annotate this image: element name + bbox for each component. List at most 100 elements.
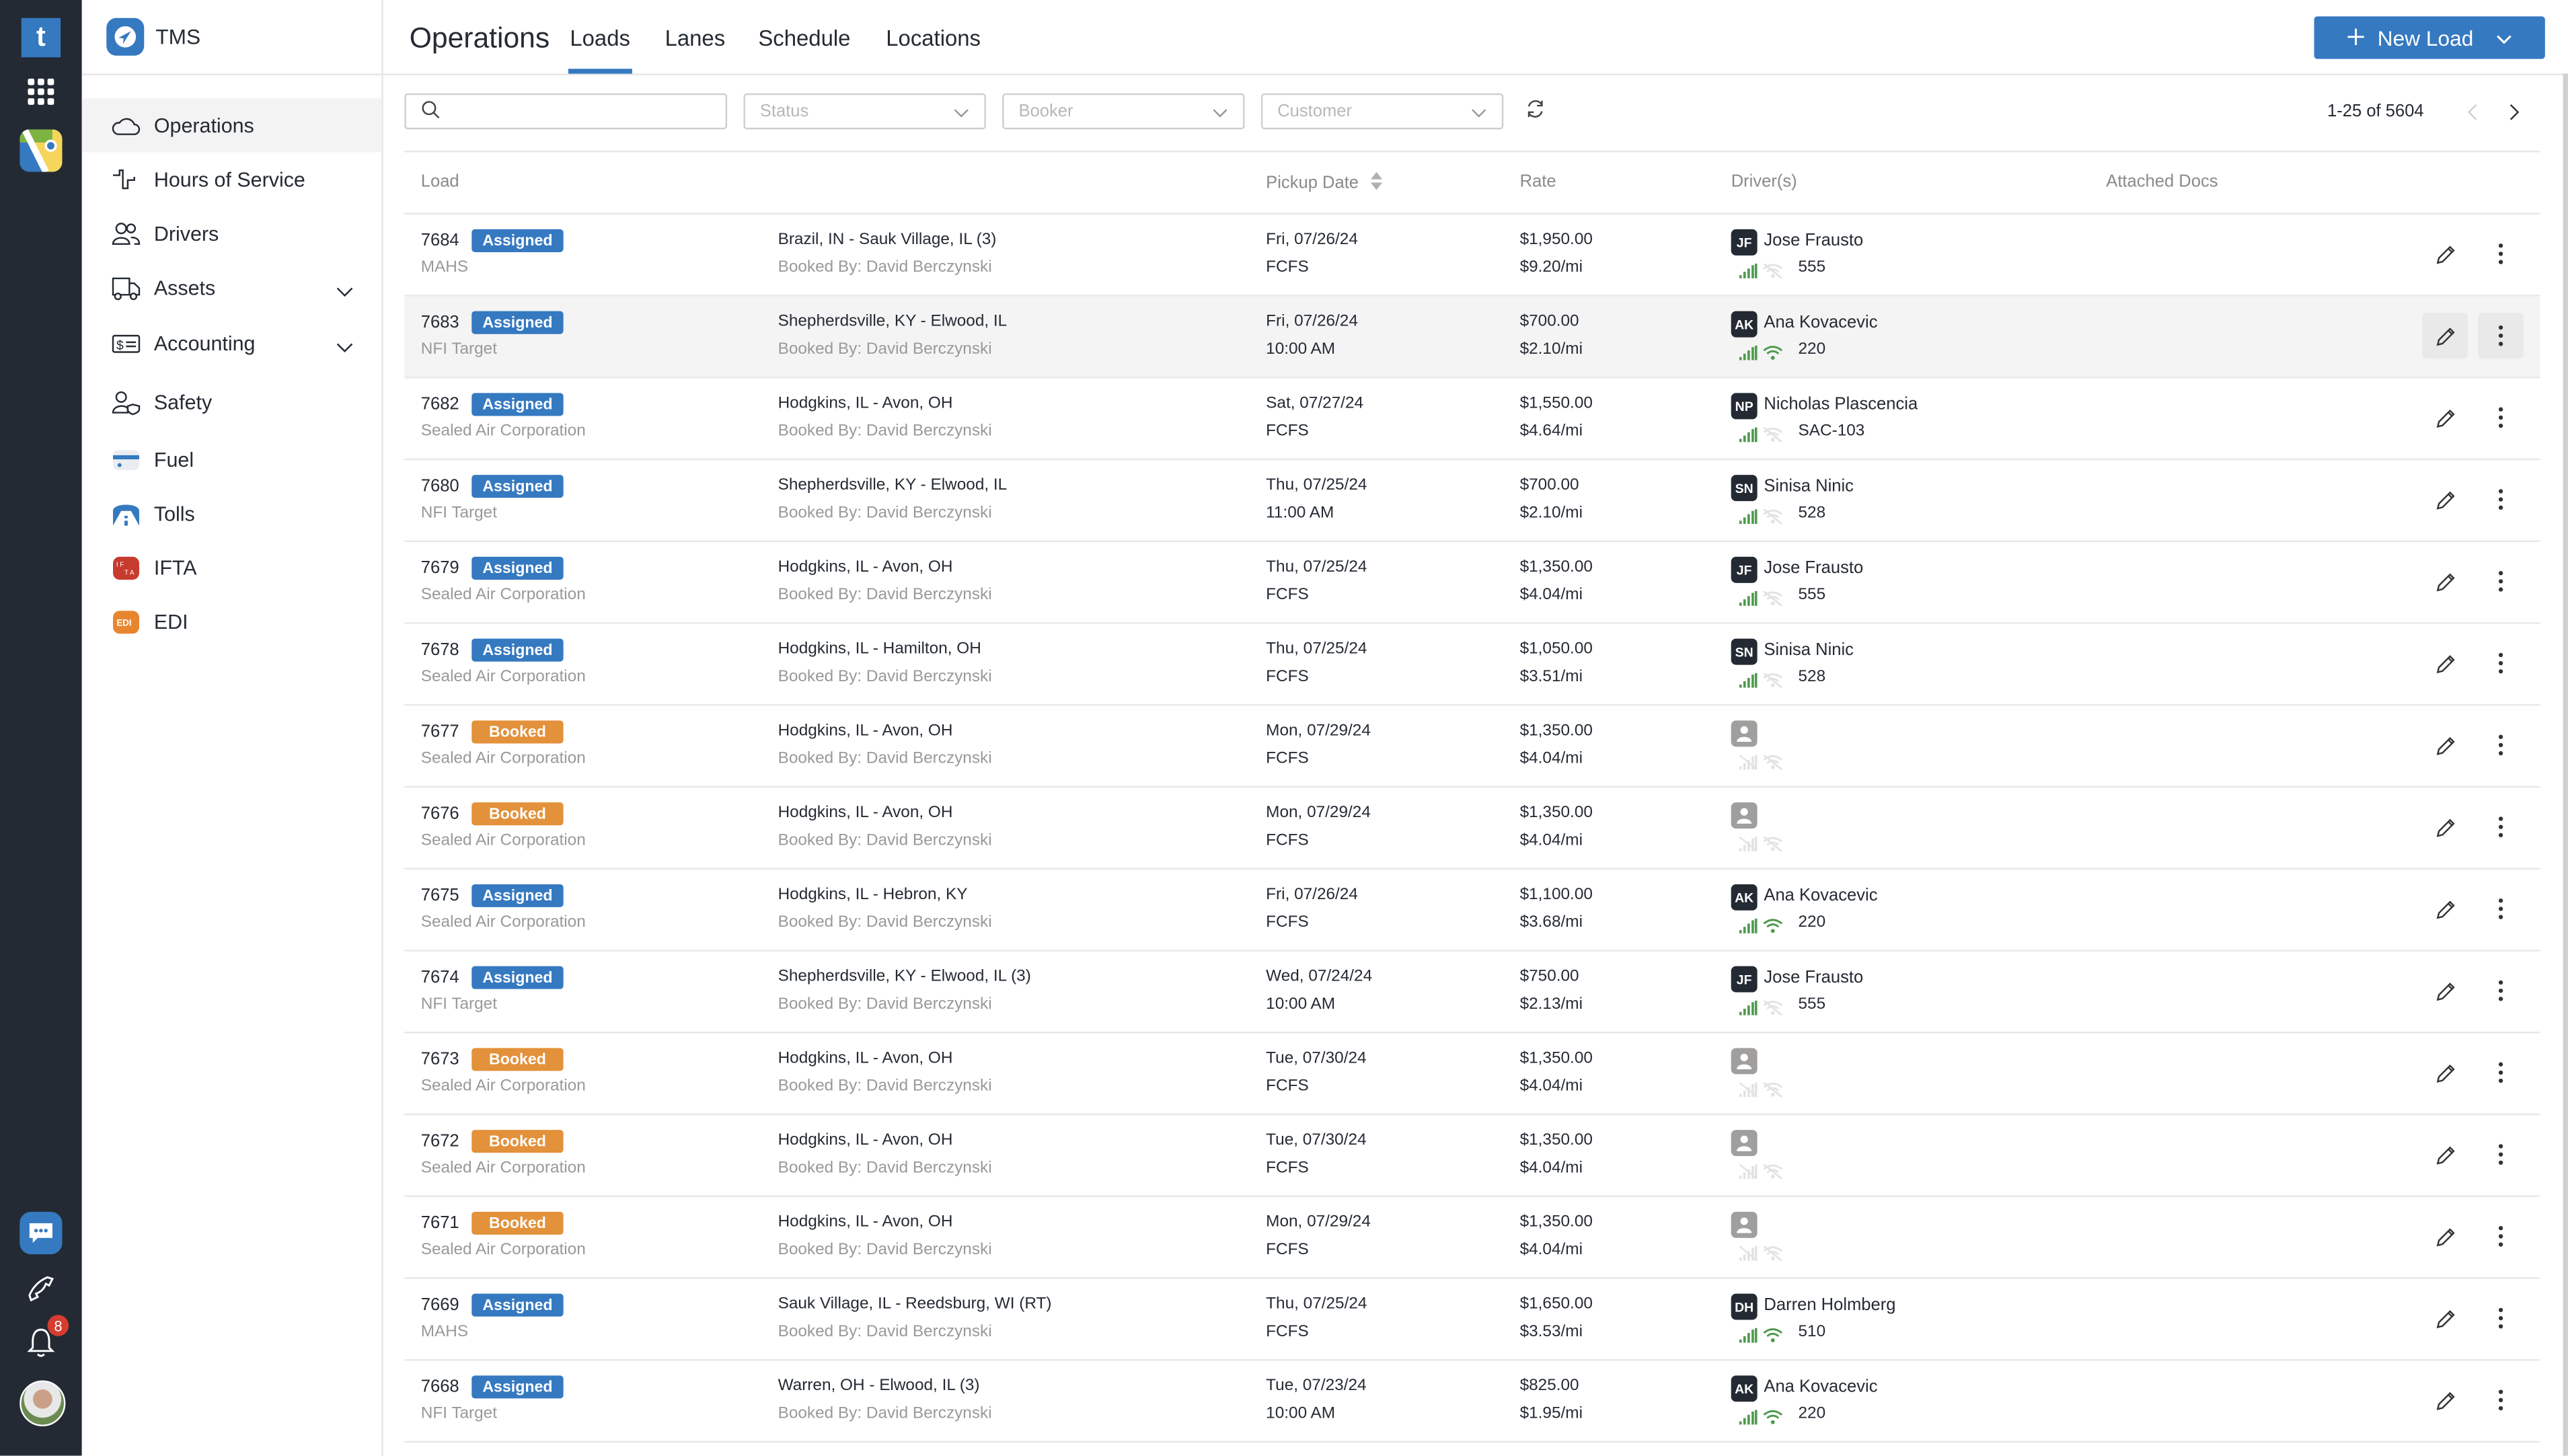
user-avatar[interactable]	[20, 1380, 66, 1426]
new-load-button[interactable]: New Load	[2314, 16, 2545, 59]
previous-page-button[interactable]	[2450, 102, 2493, 120]
table-row[interactable]: 7669 Assigned MAHS Sauk Village, IL - Re…	[404, 1279, 2540, 1361]
load-number[interactable]: 7678	[421, 640, 459, 660]
edit-pencil-icon[interactable]	[2422, 1213, 2468, 1259]
table-row[interactable]: 7684 Assigned MAHS Brazil, IN - Sauk Vil…	[404, 215, 2540, 297]
column-header-pickup-date[interactable]: Pickup Date	[1266, 171, 1382, 195]
sidebar-item-tolls[interactable]: Tolls	[82, 486, 382, 540]
table-row[interactable]: 7676 Booked Sealed Air Corporation Hodgk…	[404, 788, 2540, 870]
sidebar-item-fuel[interactable]: Fuel	[82, 432, 382, 486]
sidebar-item-operations[interactable]: Operations	[81, 98, 382, 153]
edit-pencil-icon[interactable]	[2422, 558, 2468, 604]
table-row[interactable]: 7680 Assigned NFI Target Shepherdsville,…	[404, 460, 2540, 542]
edit-pencil-icon[interactable]	[2422, 640, 2468, 686]
column-header-attached-docs[interactable]: Attached Docs	[2106, 172, 2218, 192]
load-number[interactable]: 7684	[421, 231, 459, 250]
driver-avatar[interactable]: NP	[1731, 393, 1758, 420]
chevron-down-icon[interactable]	[336, 336, 354, 358]
edit-pencil-icon[interactable]	[2422, 1132, 2468, 1178]
sidebar-item-edi[interactable]: EDI EDI	[82, 595, 382, 648]
unassigned-driver-icon[interactable]	[1731, 1048, 1758, 1075]
more-options-icon[interactable]	[2478, 558, 2524, 604]
table-row[interactable]: 7675 Assigned Sealed Air Corporation Hod…	[404, 870, 2540, 952]
table-row[interactable]: 7678 Assigned Sealed Air Corporation Hod…	[404, 624, 2540, 706]
driver-avatar[interactable]: AK	[1731, 311, 1758, 338]
next-page-button[interactable]	[2493, 102, 2535, 120]
more-options-icon[interactable]	[2478, 477, 2524, 523]
sidebar-item-hours-of-service[interactable]: Hours of Service	[82, 152, 382, 206]
table-row[interactable]: 7671 Booked Sealed Air Corporation Hodgk…	[404, 1197, 2540, 1279]
more-options-icon[interactable]	[2478, 395, 2524, 440]
edit-pencil-icon[interactable]	[2422, 477, 2468, 523]
more-options-icon[interactable]	[2478, 1295, 2524, 1341]
more-options-icon[interactable]	[2478, 1377, 2524, 1423]
edit-pencil-icon[interactable]	[2422, 313, 2468, 359]
edit-pencil-icon[interactable]	[2422, 1295, 2468, 1341]
table-row[interactable]: 7679 Assigned Sealed Air Corporation Hod…	[404, 542, 2540, 624]
driver-name[interactable]: Jose Frausto	[1764, 968, 1863, 987]
column-header-load[interactable]: Load	[421, 172, 459, 192]
driver-avatar[interactable]: AK	[1731, 884, 1758, 911]
table-row[interactable]: 7677 Booked Sealed Air Corporation Hodgk…	[404, 705, 2540, 788]
load-number[interactable]: 7679	[421, 558, 459, 578]
table-row[interactable]: 7674 Assigned NFI Target Shepherdsville,…	[404, 952, 2540, 1034]
chevron-down-icon[interactable]	[2496, 26, 2512, 50]
sort-icon[interactable]	[1369, 171, 1382, 195]
chat-icon[interactable]	[20, 1211, 63, 1255]
edit-pencil-icon[interactable]	[2422, 886, 2468, 931]
driver-name[interactable]: Ana Kovacevic	[1764, 886, 1877, 905]
trucking-logo-icon[interactable]: t	[21, 17, 61, 58]
sidebar-item-drivers[interactable]: Drivers	[82, 206, 382, 260]
load-number[interactable]: 7669	[421, 1295, 459, 1315]
tab-schedule[interactable]: Schedule	[758, 26, 850, 74]
more-options-icon[interactable]	[2478, 1213, 2524, 1259]
unassigned-driver-icon[interactable]	[1731, 1211, 1758, 1238]
maps-app-icon[interactable]	[20, 129, 63, 172]
driver-avatar[interactable]: SN	[1731, 475, 1758, 502]
driver-name[interactable]: Nicholas Plascencia	[1764, 395, 1918, 414]
more-options-icon[interactable]	[2478, 886, 2524, 931]
more-options-icon[interactable]	[2478, 804, 2524, 850]
driver-avatar[interactable]: AK	[1731, 1375, 1758, 1402]
column-header-drivers[interactable]: Driver(s)	[1731, 172, 1797, 192]
sidebar-item-safety[interactable]: Safety	[82, 373, 382, 432]
sidebar-item-assets[interactable]: Assets	[82, 260, 382, 314]
column-header-rate[interactable]: Rate	[1520, 172, 1556, 192]
load-number[interactable]: 7680	[421, 477, 459, 496]
sidebar-item-ifta[interactable]: I FT A IFTA	[82, 541, 382, 595]
refresh-icon[interactable]	[1525, 98, 1546, 128]
load-number[interactable]: 7673	[421, 1050, 459, 1069]
edit-pencil-icon[interactable]	[2422, 968, 2468, 1013]
unassigned-driver-icon[interactable]	[1731, 1130, 1758, 1157]
table-row[interactable]: 7673 Booked Sealed Air Corporation Hodgk…	[404, 1033, 2540, 1116]
load-number[interactable]: 7677	[421, 722, 459, 742]
more-options-icon[interactable]	[2478, 722, 2524, 768]
edit-pencil-icon[interactable]	[2422, 1050, 2468, 1096]
booker-select[interactable]: Booker	[1002, 93, 1245, 130]
customer-select[interactable]: Customer	[1260, 93, 1504, 130]
driver-avatar[interactable]: JF	[1731, 556, 1758, 583]
edit-pencil-icon[interactable]	[2422, 1377, 2468, 1423]
load-number[interactable]: 7674	[421, 968, 459, 987]
table-row[interactable]: 7682 Assigned Sealed Air Corporation Hod…	[404, 378, 2540, 461]
status-select[interactable]: Status	[743, 93, 986, 130]
vertical-scrollbar[interactable]	[2563, 73, 2568, 1456]
load-number[interactable]: 7675	[421, 886, 459, 905]
chevron-down-icon[interactable]	[336, 279, 354, 302]
more-options-icon[interactable]	[2478, 231, 2524, 276]
table-row[interactable]: 7672 Booked Sealed Air Corporation Hodgk…	[404, 1115, 2540, 1197]
unassigned-driver-icon[interactable]	[1731, 720, 1758, 747]
load-number[interactable]: 7671	[421, 1213, 459, 1233]
app-grid-icon[interactable]	[20, 71, 62, 113]
load-number[interactable]: 7668	[421, 1377, 459, 1397]
load-number[interactable]: 7676	[421, 804, 459, 824]
driver-name[interactable]: Ana Kovacevic	[1764, 1377, 1877, 1397]
driver-avatar[interactable]: SN	[1731, 638, 1758, 665]
driver-name[interactable]: Ana Kovacevic	[1764, 313, 1877, 332]
more-options-icon[interactable]	[2478, 1132, 2524, 1178]
more-options-icon[interactable]	[2478, 640, 2524, 686]
load-number[interactable]: 7682	[421, 395, 459, 414]
driver-avatar[interactable]: JF	[1731, 966, 1758, 993]
sidebar-item-accounting[interactable]: $ Accounting	[82, 315, 382, 374]
edit-pencil-icon[interactable]	[2422, 395, 2468, 440]
